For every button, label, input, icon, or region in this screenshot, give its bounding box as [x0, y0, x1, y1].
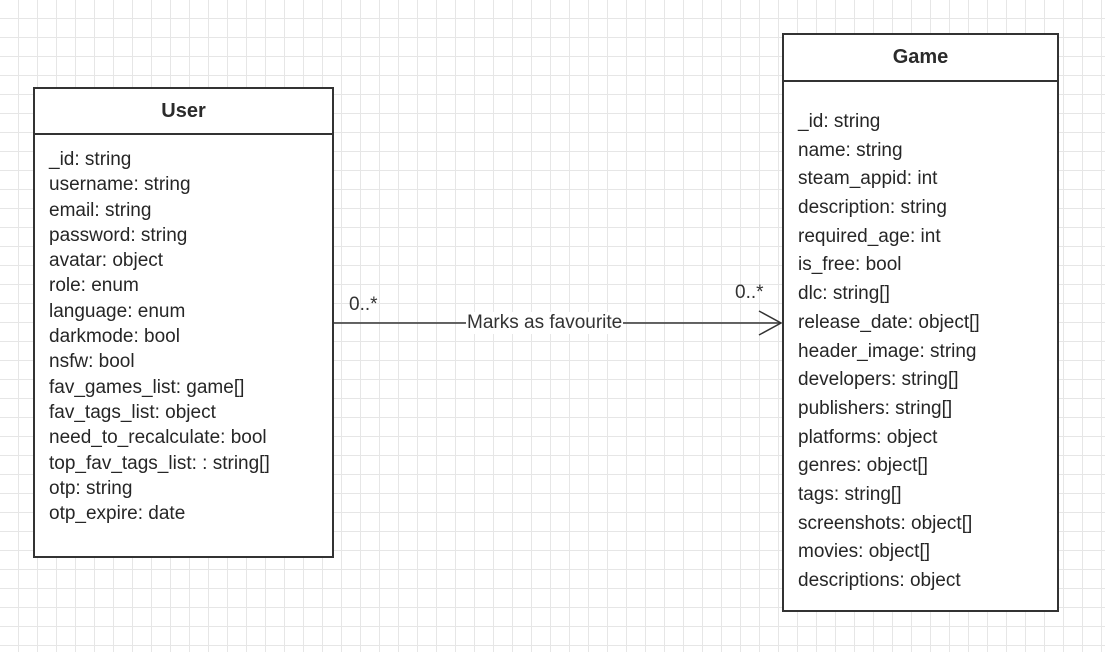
game-attribute: steam_appid: int: [798, 168, 938, 190]
game-attribute: description: string: [798, 197, 947, 219]
association-label: Marks as favourite: [466, 312, 624, 334]
user-attribute: nsfw: bool: [49, 351, 135, 373]
user-attribute: password: string: [49, 224, 188, 246]
user-class-name: User: [35, 89, 332, 135]
game-attribute: movies: object[]: [798, 541, 930, 563]
game-class-name: Game: [784, 35, 1057, 82]
association-arrowhead-icon: [758, 310, 783, 336]
user-attribute: otp: string: [49, 477, 133, 499]
user-attribute: otp_expire: date: [49, 503, 186, 525]
target-multiplicity: 0..*: [735, 282, 764, 303]
user-attribute: avatar: object: [49, 250, 164, 272]
user-attribute: _id: string: [49, 149, 132, 170]
user-attribute: fav_games_list: game[]: [49, 376, 245, 398]
source-multiplicity: 0..*: [349, 294, 378, 315]
game-attribute: developers: string[]: [798, 369, 959, 391]
game-attribute: _id: string: [798, 111, 881, 132]
user-attribute: email: string: [49, 199, 152, 221]
game-attribute: header_image: string: [798, 340, 977, 362]
user-attribute: username: string: [49, 174, 191, 196]
game-attribute: dlc: string[]: [798, 283, 890, 305]
game-attribute: release_date: object[]: [798, 311, 980, 333]
user-attribute: darkmode: bool: [49, 326, 180, 348]
game-attribute: tags: string[]: [798, 483, 902, 505]
game-attribute: required_age: int: [798, 225, 941, 247]
user-attribute: top_fav_tags_list: : string[]: [49, 452, 270, 474]
game-attribute: genres: object[]: [798, 455, 928, 477]
game-attribute-list: _id: string name: string steam_appid: int d…: [784, 82, 1057, 596]
game-attribute: name: string: [798, 139, 903, 161]
user-attribute: need_to_recalculate: bool: [49, 427, 267, 449]
game-attribute: descriptions: object: [798, 570, 961, 591]
user-attribute: language: enum: [49, 300, 186, 322]
game-attribute: is_free: bool: [798, 254, 902, 276]
game-class-box[interactable]: Game _id: string name: string steam_appid:…: [782, 33, 1059, 612]
game-attribute: platforms: object: [798, 426, 938, 448]
user-attribute-list: _id: string username: string email: string…: [35, 135, 332, 526]
user-class-box[interactable]: User _id: string username: string email: s…: [33, 87, 334, 558]
user-attribute: fav_tags_list: object: [49, 401, 216, 423]
game-attribute: publishers: string[]: [798, 397, 953, 419]
game-attribute: screenshots: object[]: [798, 512, 973, 534]
user-attribute: role: enum: [49, 275, 139, 297]
